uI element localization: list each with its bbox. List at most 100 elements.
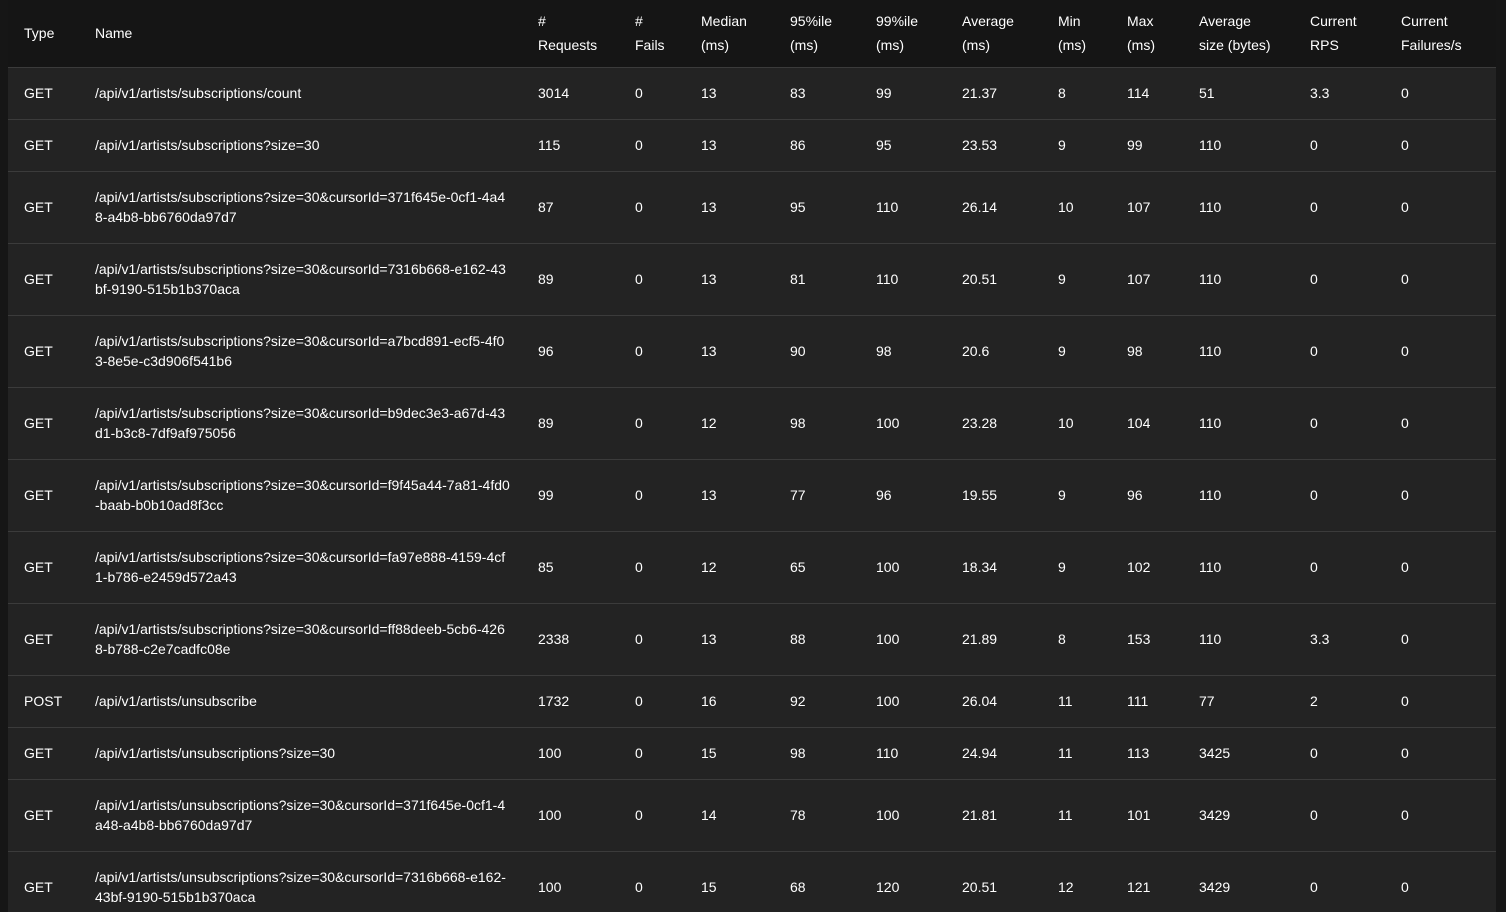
table-row: GET /api/v1/artists/subscriptions?size=3… (8, 119, 1496, 172)
cell-current-failures: 0 (1401, 603, 1496, 676)
cell-95ile: 77 (790, 459, 876, 532)
cell-median: 13 (701, 119, 790, 172)
table-row: GET /api/v1/artists/unsubscriptions?size… (8, 779, 1496, 852)
cell-average-size: 110 (1199, 459, 1310, 532)
cell-name: /api/v1/artists/subscriptions?size=30&cu… (95, 315, 538, 388)
cell-type: GET (8, 459, 95, 532)
cell-99ile: 95 (876, 119, 962, 172)
cell-min: 11 (1058, 675, 1127, 728)
table-row: GET /api/v1/artists/subscriptions/count … (8, 67, 1496, 120)
cell-type: POST (8, 675, 95, 728)
cell-95ile: 98 (790, 727, 876, 780)
cell-name: /api/v1/artists/subscriptions?size=30&cu… (95, 171, 538, 244)
cell-requests: 2338 (538, 603, 635, 676)
column-header-99ile[interactable]: 99%ile (ms) (876, 0, 962, 68)
cell-current-failures: 0 (1401, 243, 1496, 316)
cell-name: /api/v1/artists/subscriptions?size=30&cu… (95, 603, 538, 676)
cell-95ile: 88 (790, 603, 876, 676)
cell-average: 21.37 (962, 67, 1058, 120)
cell-fails: 0 (635, 67, 701, 120)
table-row: GET /api/v1/artists/unsubscriptions?size… (8, 727, 1496, 780)
cell-median: 14 (701, 779, 790, 852)
table-row: GET /api/v1/artists/subscriptions?size=3… (8, 171, 1496, 244)
cell-min: 12 (1058, 851, 1127, 912)
cell-average-size: 3429 (1199, 851, 1310, 912)
column-header-median[interactable]: Median (ms) (701, 0, 790, 68)
cell-requests: 89 (538, 243, 635, 316)
cell-current-failures: 0 (1401, 67, 1496, 120)
cell-min: 11 (1058, 727, 1127, 780)
cell-name: /api/v1/artists/subscriptions?size=30&cu… (95, 459, 538, 532)
column-header-average[interactable]: Average (ms) (962, 0, 1058, 68)
cell-min: 9 (1058, 459, 1127, 532)
cell-95ile: 83 (790, 67, 876, 120)
cell-requests: 85 (538, 531, 635, 604)
cell-95ile: 95 (790, 171, 876, 244)
cell-95ile: 78 (790, 779, 876, 852)
cell-current-rps: 0 (1310, 531, 1401, 604)
cell-max: 104 (1127, 387, 1199, 460)
cell-fails: 0 (635, 387, 701, 460)
cell-fails: 0 (635, 531, 701, 604)
cell-average: 21.89 (962, 603, 1058, 676)
cell-current-rps: 0 (1310, 779, 1401, 852)
cell-99ile: 100 (876, 387, 962, 460)
cell-fails: 0 (635, 603, 701, 676)
cell-min: 11 (1058, 779, 1127, 852)
cell-requests: 1732 (538, 675, 635, 728)
cell-max: 101 (1127, 779, 1199, 852)
table-row: GET /api/v1/artists/subscriptions?size=3… (8, 603, 1496, 676)
cell-average-size: 110 (1199, 171, 1310, 244)
cell-max: 113 (1127, 727, 1199, 780)
request-stats-table: Type Name # Requests # Fails Median (ms) 95… (8, 0, 1496, 912)
cell-fails: 0 (635, 459, 701, 532)
cell-type: GET (8, 243, 95, 316)
cell-current-failures: 0 (1401, 315, 1496, 388)
cell-average-size: 77 (1199, 675, 1310, 728)
cell-99ile: 110 (876, 243, 962, 316)
cell-max: 111 (1127, 675, 1199, 728)
cell-current-rps: 0 (1310, 315, 1401, 388)
cell-99ile: 96 (876, 459, 962, 532)
cell-median: 15 (701, 851, 790, 912)
cell-current-rps: 3.3 (1310, 67, 1401, 120)
cell-99ile: 100 (876, 675, 962, 728)
cell-99ile: 100 (876, 779, 962, 852)
cell-min: 9 (1058, 243, 1127, 316)
cell-current-rps: 3.3 (1310, 603, 1401, 676)
cell-95ile: 90 (790, 315, 876, 388)
column-header-95ile[interactable]: 95%ile (ms) (790, 0, 876, 68)
cell-95ile: 92 (790, 675, 876, 728)
cell-requests: 96 (538, 315, 635, 388)
cell-fails: 0 (635, 675, 701, 728)
column-header-min[interactable]: Min (ms) (1058, 0, 1127, 68)
column-header-max[interactable]: Max (ms) (1127, 0, 1199, 68)
column-header-name[interactable]: Name (95, 0, 538, 68)
cell-type: GET (8, 315, 95, 388)
cell-min: 8 (1058, 67, 1127, 120)
cell-max: 102 (1127, 531, 1199, 604)
cell-current-rps: 0 (1310, 119, 1401, 172)
cell-min: 9 (1058, 315, 1127, 388)
cell-average-size: 110 (1199, 603, 1310, 676)
cell-average: 18.34 (962, 531, 1058, 604)
cell-name: /api/v1/artists/unsubscriptions?size=30&… (95, 779, 538, 852)
column-header-current-rps[interactable]: Current RPS (1310, 0, 1401, 68)
column-header-fails[interactable]: # Fails (635, 0, 701, 68)
cell-max: 153 (1127, 603, 1199, 676)
table-row: GET /api/v1/artists/subscriptions?size=3… (8, 315, 1496, 388)
column-header-current-failures[interactable]: Current Failures/s (1401, 0, 1496, 68)
stats-table-container: Type Name # Requests # Fails Median (ms) 95… (8, 0, 1496, 912)
cell-min: 10 (1058, 387, 1127, 460)
column-header-average-size[interactable]: Average size (bytes) (1199, 0, 1310, 68)
cell-fails: 0 (635, 727, 701, 780)
cell-current-failures: 0 (1401, 171, 1496, 244)
cell-95ile: 98 (790, 387, 876, 460)
cell-type: GET (8, 851, 95, 912)
cell-average: 23.28 (962, 387, 1058, 460)
table-row: GET /api/v1/artists/unsubscriptions?size… (8, 851, 1496, 912)
column-header-type[interactable]: Type (8, 0, 95, 68)
cell-median: 13 (701, 67, 790, 120)
column-header-requests[interactable]: # Requests (538, 0, 635, 68)
cell-95ile: 81 (790, 243, 876, 316)
